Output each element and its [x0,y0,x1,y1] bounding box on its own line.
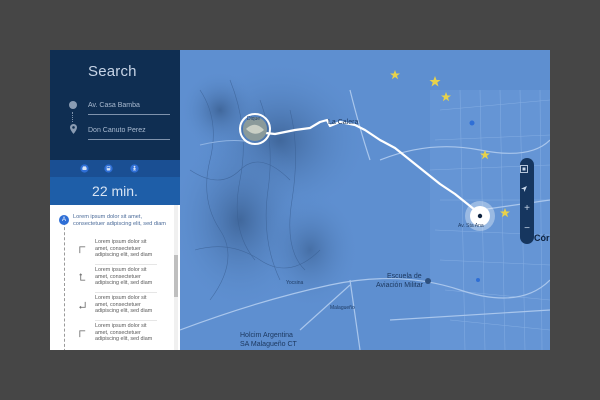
travel-mode-bar [50,160,180,177]
origin-dot-icon [69,101,77,109]
map-canvas [180,50,550,350]
zoom-out-button[interactable]: − [520,222,534,236]
map-controls: + − [520,158,534,244]
map-label-malagueno: Malagueño [330,305,355,311]
zoom-in-button[interactable]: + [520,202,534,216]
trip-duration: 22 min. [92,183,138,199]
map-label-aviacion: Aviación Militar [376,282,423,289]
walk-icon[interactable] [130,164,139,173]
origin-input[interactable]: Av. Casa Bamba [88,100,170,115]
step-text: Lorem ipsum dolor sit amet, consectetuer… [95,239,153,259]
map-label-yocsina: Yocsina [286,280,304,286]
map-label-cordoba: Cór [534,233,550,243]
step-divider [95,264,157,265]
layers-icon[interactable] [520,162,534,176]
step-text: Lorem ipsum dolor sit amet, consectetuer… [95,295,153,315]
direction-step[interactable]: Lorem ipsum dolor sit amet, consectetuer… [76,295,176,321]
direction-step[interactable]: Lorem ipsum dolor sit amet, consectetuer… [76,267,176,293]
turn-right-icon [79,273,86,281]
route-connector [72,112,74,122]
step-divider [95,292,157,293]
start-marker-a: A [59,215,69,225]
search-title: Search [88,63,137,80]
map-label-sa-malagueno: SA Malagueño CT [240,341,297,348]
search-panel: Search Av. Casa Bamba Don Canuto Perez [50,50,180,160]
map-label-escuela: Escuela de [387,273,422,280]
location-pin-icon [70,124,77,134]
route-step-line [64,217,65,350]
map-label-dique: Dique [247,116,261,122]
directions-sidebar: Search Av. Casa Bamba Don Canuto Perez 2… [50,50,180,350]
map-app-window: Search Av. Casa Bamba Don Canuto Perez 2… [50,50,550,350]
step-text: Lorem ipsum dolor sit amet, consectetuer… [95,267,153,287]
directions-list: A Lorem ipsum dolor sit amet, consectetu… [50,205,180,350]
direction-step[interactable]: Lorem ipsum dolor sit amet, consectetuer… [76,239,176,265]
step-text: Lorem ipsum dolor sit amet, consectetuer… [95,323,153,343]
destination-input[interactable]: Don Canuto Perez [88,125,170,140]
car-icon[interactable] [80,164,89,173]
turn-left-down-icon [79,301,86,309]
start-instruction: Lorem ipsum dolor sit amet, consectetuer… [73,214,166,227]
map-label-av-sta-ana: Av. Sta Ana [458,223,484,229]
turn-right-icon [79,330,86,338]
step-divider [95,320,157,321]
navigation-arrow-icon[interactable] [520,182,534,196]
direction-step[interactable]: Lorem ipsum dolor sit amet, consectetuer… [76,323,176,349]
scrollbar-thumb[interactable] [174,255,178,297]
bus-icon[interactable] [104,164,113,173]
map-view[interactable]: La Calera Escuela de Aviación Militar Yo… [180,50,550,350]
map-label-holcim: Holcim Argentina [240,332,293,339]
map-label-la-calera: La Calera [328,119,359,126]
turn-left-icon [79,246,86,254]
duration-bar: 22 min. [50,177,180,205]
